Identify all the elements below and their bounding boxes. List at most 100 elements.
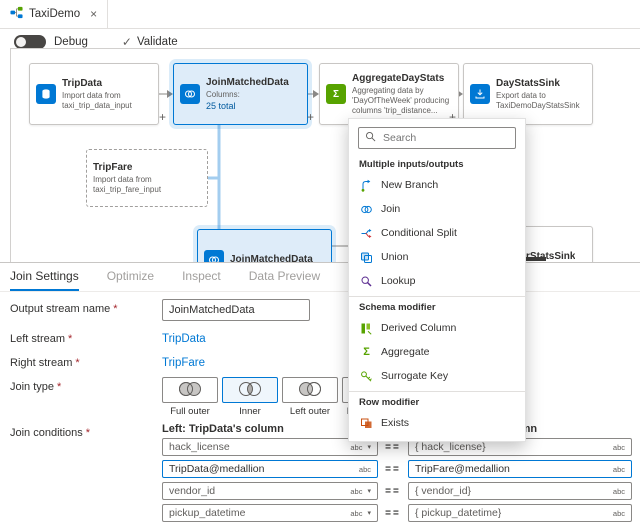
panel-tabs: Join Settings Optimize Inspect Data Prev… — [0, 263, 640, 292]
debug-toggle[interactable] — [14, 35, 46, 49]
join-conditions-row: Join conditions* Left: TripData's column… — [10, 423, 640, 526]
join-type-left-outer-button[interactable] — [282, 377, 338, 403]
tab-optimize[interactable]: Optimize — [107, 263, 154, 291]
chevron-down-icon[interactable]: ▾ — [367, 487, 371, 495]
add-transformation-plus[interactable]: + — [307, 111, 314, 123]
tab-title: TaxiDemo — [29, 8, 80, 20]
validate-button[interactable]: ✓ Validate — [122, 35, 178, 49]
required-marker: * — [57, 381, 61, 393]
type-badge: abc — [607, 465, 625, 474]
dataflow-icon — [10, 6, 23, 22]
join-condition-row: vendor_id abc ▾ == { vendor_id} abc — [162, 482, 632, 500]
condition-value: { pickup_datetime} — [415, 507, 501, 519]
join-type-full-outer-button[interactable] — [162, 377, 218, 403]
left-column-input[interactable]: TripData@medallion abc — [162, 460, 378, 478]
type-badge: abc — [607, 487, 625, 496]
left-stream-value[interactable]: TripData — [162, 329, 206, 345]
required-marker: * — [75, 357, 79, 369]
join-type-option-label: Full outer — [162, 406, 218, 417]
search-box[interactable] — [358, 127, 516, 149]
search-icon — [365, 131, 376, 145]
equals-operator: == — [378, 464, 408, 475]
menu-item-label: Aggregate — [381, 346, 429, 358]
equals-operator: == — [378, 508, 408, 519]
menu-item-lookup[interactable]: Lookup — [349, 269, 525, 293]
menu-item-new-branch[interactable]: New Branch — [349, 173, 525, 197]
join-settings-form: Output stream name* Left stream* TripDat… — [0, 292, 640, 526]
node-tripfare[interactable]: TripFare Import data from taxi_trip_fare… — [86, 149, 208, 207]
node-title: TripData — [62, 78, 152, 89]
right-stream-label: Right stream* — [10, 353, 162, 369]
node-daystatssink[interactable]: DayStatsSink Export data to TaxiDemoDayS… — [463, 63, 593, 125]
chevron-down-icon[interactable]: ▾ — [367, 443, 371, 451]
join-type-option-label: Inner — [222, 406, 278, 417]
sigma-glyph: Σ — [333, 89, 339, 100]
menu-item-label: Lookup — [381, 275, 415, 287]
menu-item-derived-column[interactable]: Derived Column — [349, 316, 525, 340]
node-joinmatcheddata[interactable]: JoinMatchedData Columns: 25 total — [173, 63, 308, 125]
output-stream-input[interactable] — [162, 299, 310, 321]
right-column-input[interactable]: TripFare@medallion abc — [408, 460, 632, 478]
join-type-inner-button[interactable] — [222, 377, 278, 403]
close-icon[interactable]: × — [90, 7, 97, 21]
output-stream-row: Output stream name* — [10, 299, 640, 321]
menu-item-surrogate-key[interactable]: Surrogate Key — [349, 364, 525, 388]
join-condition-row: TripData@medallion abc == TripFare@medal… — [162, 460, 632, 478]
search-input[interactable] — [381, 131, 509, 145]
app-window: TaxiDemo × Debug ✓ Validate — [0, 0, 640, 529]
node-title: TripFare — [93, 162, 201, 173]
equals-operator: == — [378, 442, 408, 453]
menu-item-conditional-split[interactable]: Conditional Split — [349, 221, 525, 245]
dataflow-canvas[interactable]: TripData Import data from taxi_trip_data… — [10, 48, 640, 264]
menu-item-label: Exists — [381, 417, 409, 429]
menu-item-label: Surrogate Key — [381, 370, 448, 382]
menu-section-header: Multiple inputs/outputs — [349, 154, 525, 173]
condition-value: hack_license — [169, 441, 230, 453]
condition-value: TripFare@medallion — [415, 463, 510, 475]
right-column-input[interactable]: { vendor_id} abc — [408, 482, 632, 500]
node-description: Import data from taxi_trip_data_input — [62, 91, 152, 111]
join-type-row: Join type* — [10, 377, 640, 417]
required-marker: * — [68, 333, 72, 345]
exists-icon — [360, 417, 373, 430]
menu-section-header: Row modifier — [349, 392, 525, 411]
tab-join-settings[interactable]: Join Settings — [10, 263, 79, 291]
left-column-input[interactable]: hack_license abc ▾ — [162, 438, 378, 456]
condition-value: vendor_id — [169, 485, 215, 497]
condition-value: TripData@medallion — [169, 463, 264, 475]
derived-column-icon — [360, 322, 373, 335]
menu-item-aggregate[interactable]: Σ Aggregate — [349, 340, 525, 364]
add-transformation-plus[interactable]: + — [159, 111, 166, 123]
right-column-input[interactable]: { pickup_datetime} abc — [408, 504, 632, 522]
node-columns-label: Columns: — [206, 90, 289, 100]
node-title: JoinMatchedData — [206, 77, 289, 88]
menu-item-exists[interactable]: Exists — [349, 411, 525, 435]
menu-item-union[interactable]: Union — [349, 245, 525, 269]
required-marker: * — [113, 303, 117, 315]
left-stream-row: Left stream* TripData — [10, 329, 640, 345]
menu-item-label: Derived Column — [381, 322, 456, 334]
node-aggregatedaystats[interactable]: Σ AggregateDayStats Aggregating data by … — [319, 63, 459, 125]
node-description: Export data to TaxiDemoDayStatsSink — [496, 91, 586, 111]
menu-item-label: New Branch — [381, 179, 438, 191]
right-stream-value[interactable]: TripFare — [162, 353, 205, 369]
join-condition-row: pickup_datetime abc ▾ == { pickup_dateti… — [162, 504, 632, 522]
join-conditions-label: Join conditions* — [10, 423, 162, 439]
type-badge: abc — [344, 509, 362, 518]
venn-full-outer-icon — [173, 380, 207, 401]
lookup-icon — [360, 275, 373, 288]
tab-taxidemo[interactable]: TaxiDemo × — [0, 0, 108, 28]
tab-inspect[interactable]: Inspect — [182, 263, 221, 291]
toggle-knob — [16, 37, 26, 47]
join-icon — [360, 203, 373, 216]
menu-item-join[interactable]: Join — [349, 197, 525, 221]
tab-data-preview[interactable]: Data Preview — [249, 263, 320, 291]
left-column-input[interactable]: vendor_id abc ▾ — [162, 482, 378, 500]
node-joinmatcheddata-2[interactable]: JoinMatchedData — [197, 229, 332, 264]
left-column-input[interactable]: pickup_datetime abc ▾ — [162, 504, 378, 522]
chevron-down-icon[interactable]: ▾ — [367, 509, 371, 517]
node-description: Aggregating data by 'DayOfTheWeek' produ… — [352, 86, 452, 116]
node-tripdata[interactable]: TripData Import data from taxi_trip_data… — [29, 63, 159, 125]
tab-bar: TaxiDemo × — [0, 0, 640, 29]
type-badge: abc — [344, 487, 362, 496]
